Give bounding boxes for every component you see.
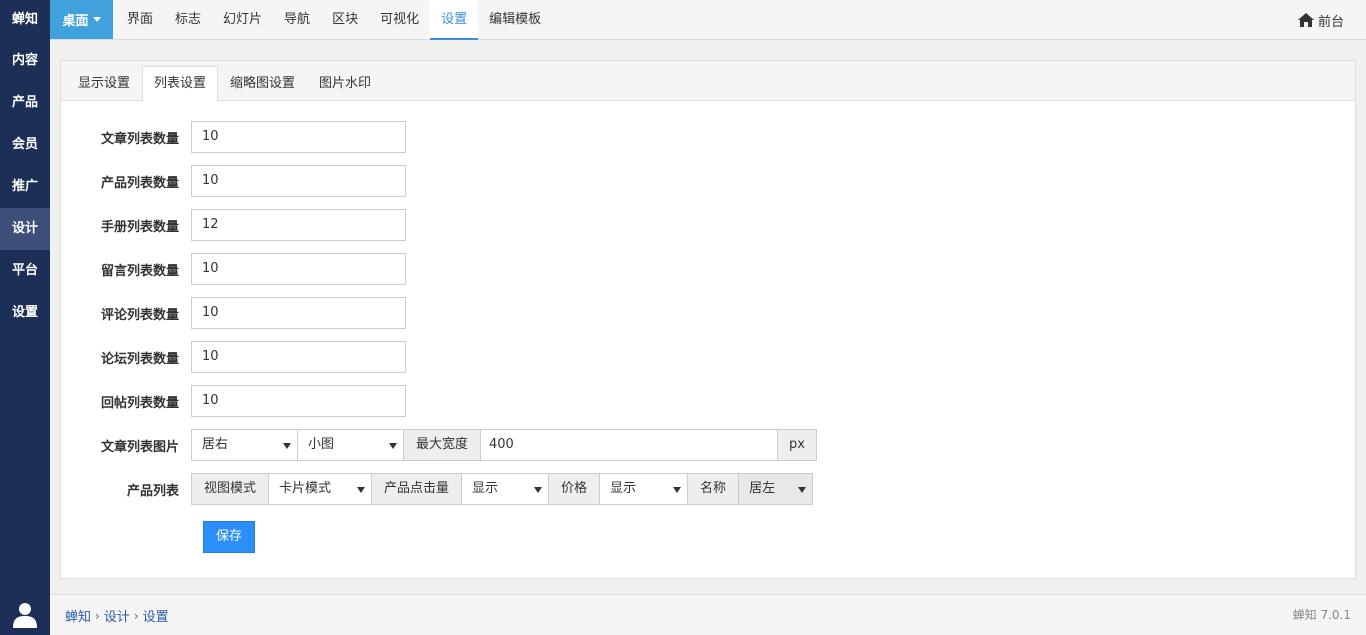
chevron-right-icon: ›: [95, 608, 100, 623]
tab-list-settings[interactable]: 列表设置: [142, 66, 219, 102]
manual-count-input[interactable]: 12: [191, 209, 406, 241]
sidebar-item-platform[interactable]: 平台: [0, 250, 50, 292]
chevron-right-icon: ›: [133, 608, 139, 623]
view-mode-addon: 视图模式: [191, 473, 270, 505]
form-row-product-list: 产品列表 视图模式 卡片模式 产品点击量 显示 价格 显示 名称 居左: [61, 473, 814, 505]
frontend-link[interactable]: 前台: [1297, 0, 1344, 40]
price-select[interactable]: 显示: [599, 473, 689, 505]
chevron-down-icon: [389, 443, 397, 449]
menu-item-logo[interactable]: 标志: [164, 0, 212, 40]
max-width-input[interactable]: 400: [480, 429, 779, 461]
sidebar-item-design[interactable]: 设计: [0, 208, 50, 250]
settings-tabs: 显示设置 列表设置 缩略图设置 图片水印: [61, 61, 1355, 102]
product-count-input[interactable]: 10: [191, 165, 406, 197]
field-label: 手册列表数量: [100, 219, 179, 235]
product-list-group: 视图模式 卡片模式 产品点击量 显示 价格 显示 名称 居左: [191, 473, 814, 505]
form-row-article-image: 文章列表图片 居右 小图 最大宽度 400 px: [61, 429, 818, 461]
tab-display-settings[interactable]: 显示设置: [66, 66, 142, 101]
name-position-select[interactable]: 居左: [738, 473, 814, 505]
select-value: 居右: [202, 437, 229, 452]
select-value: 显示: [610, 481, 637, 496]
footer-bar: 蝉知 › 设计 › 设置 蝉知 7.0.1: [50, 594, 1366, 635]
field-label: 文章列表数量: [100, 131, 179, 147]
sidebar-item-settings[interactable]: 设置: [0, 292, 50, 334]
version-label[interactable]: 蝉知 7.0.1: [1293, 595, 1351, 635]
form-row-reply-count: 回帖列表数量 10: [61, 385, 406, 417]
breadcrumb: 蝉知 › 设计 › 设置: [65, 595, 169, 635]
reply-count-input[interactable]: 10: [191, 385, 406, 417]
field-label: 文章列表图片: [100, 439, 179, 455]
view-mode-select[interactable]: 卡片模式: [268, 473, 373, 505]
select-value: 小图: [308, 437, 335, 452]
sidebar-item-content[interactable]: 内容: [0, 40, 50, 82]
form-row-product-count: 产品列表数量 10: [61, 165, 406, 197]
chevron-down-icon: [283, 443, 291, 449]
select-value: 显示: [472, 481, 499, 496]
form-row-article-count: 文章列表数量 10: [61, 121, 406, 153]
message-count-input[interactable]: 10: [191, 253, 406, 285]
select-value: 卡片模式: [279, 481, 332, 496]
brand-logo[interactable]: 蝉知: [0, 0, 50, 40]
image-size-select[interactable]: 小图: [297, 429, 404, 461]
menu-item-edit-template[interactable]: 编辑模板: [478, 0, 552, 40]
menu-item-interface[interactable]: 界面: [116, 0, 164, 40]
chevron-down-icon: [357, 487, 366, 493]
menu-item-nav[interactable]: 导航: [273, 0, 321, 40]
article-image-group: 居右 小图 最大宽度 400 px: [191, 429, 818, 461]
chevron-down-icon: [673, 487, 682, 493]
save-button[interactable]: 保存: [203, 521, 255, 553]
breadcrumb-settings[interactable]: 设置: [143, 606, 169, 625]
main-sidebar: 蝉知 内容 产品 会员 推广 设计 平台 设置: [0, 0, 50, 635]
form-row-forum-count: 论坛列表数量 10: [61, 341, 406, 373]
image-position-select[interactable]: 居右: [191, 429, 298, 461]
frontend-label: 前台: [1317, 14, 1344, 30]
field-label: 产品列表数量: [100, 175, 179, 191]
field-label: 评论列表数量: [100, 307, 179, 323]
menu-item-settings[interactable]: 设置: [430, 0, 479, 40]
sidebar-item-promotion[interactable]: 推广: [0, 166, 50, 208]
menu-item-blocks[interactable]: 区块: [321, 0, 369, 40]
breadcrumb-design[interactable]: 设计: [104, 606, 130, 625]
user-icon: [13, 603, 37, 628]
field-label: 回帖列表数量: [100, 395, 179, 411]
name-addon: 名称: [687, 473, 740, 505]
forum-count-input[interactable]: 10: [191, 341, 406, 373]
tab-thumbnail-settings[interactable]: 缩略图设置: [218, 66, 307, 101]
sidebar-item-product[interactable]: 产品: [0, 82, 50, 124]
price-addon: 价格: [548, 473, 601, 505]
tab-image-watermark[interactable]: 图片水印: [307, 66, 383, 101]
max-width-addon: 最大宽度: [403, 429, 482, 461]
menu-item-visual[interactable]: 可视化: [369, 0, 430, 40]
product-hits-addon: 产品点击量: [371, 473, 463, 505]
form-row-manual-count: 手册列表数量 12: [61, 209, 406, 241]
field-label: 留言列表数量: [100, 263, 179, 279]
user-avatar-button[interactable]: [0, 595, 50, 635]
field-label: 产品列表: [126, 483, 179, 499]
chevron-down-icon: [534, 487, 543, 493]
top-navbar: 桌面 界面 标志 幻灯片 导航 区块 可视化 设置 编辑模板 前台: [50, 0, 1366, 40]
desktop-dropdown-button[interactable]: 桌面: [50, 0, 113, 39]
settings-panel: 显示设置 列表设置 缩略图设置 图片水印 文章列表数量 10 产品列表数量 10…: [60, 60, 1356, 579]
form-row-comment-count: 评论列表数量 10: [61, 297, 406, 329]
breadcrumb-home[interactable]: 蝉知: [65, 606, 91, 625]
form-row-message-count: 留言列表数量 10: [61, 253, 406, 285]
caret-down-icon: [92, 17, 101, 22]
home-icon: [1297, 13, 1314, 27]
chevron-down-icon: [798, 487, 807, 493]
article-count-input[interactable]: 10: [191, 121, 406, 153]
comment-count-input[interactable]: 10: [191, 297, 406, 329]
desktop-label: 桌面: [62, 14, 89, 29]
select-value: 居左: [749, 481, 776, 496]
field-label: 论坛列表数量: [100, 351, 179, 367]
sidebar-item-member[interactable]: 会员: [0, 124, 50, 166]
px-unit-addon: px: [777, 429, 818, 461]
design-menu: 界面 标志 幻灯片 导航 区块 可视化 设置 编辑模板: [116, 0, 552, 40]
product-hits-select[interactable]: 显示: [461, 473, 550, 505]
menu-item-slides[interactable]: 幻灯片: [212, 0, 273, 40]
